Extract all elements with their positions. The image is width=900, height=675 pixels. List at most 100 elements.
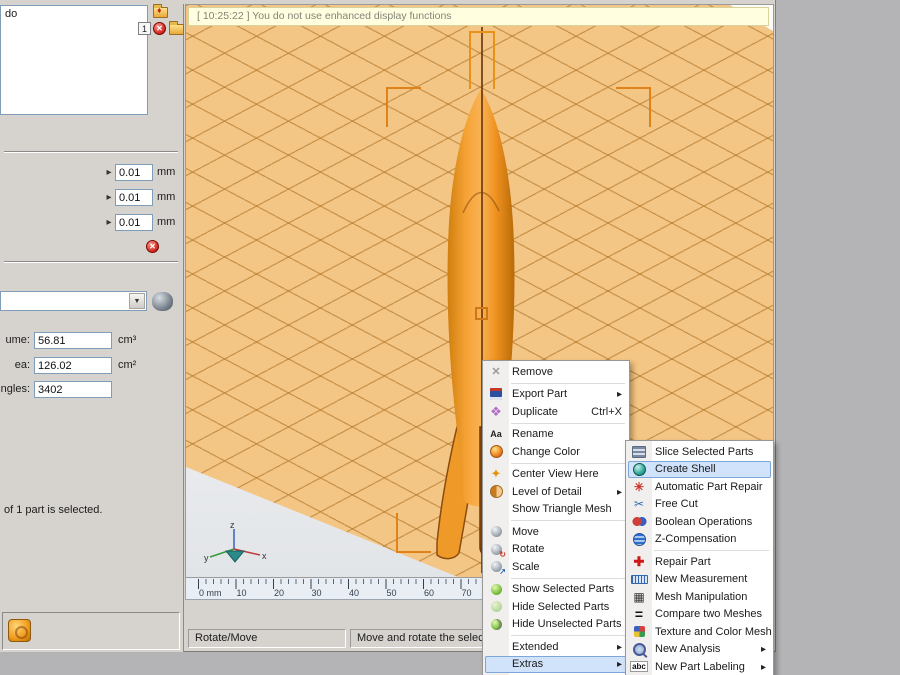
automatic-part-repair-icon: [630, 479, 648, 494]
context-menu-item-level-of-detail[interactable]: Level of Detail: [485, 483, 627, 501]
mesh-manipulation-icon: [630, 589, 648, 604]
settings-icon[interactable]: [8, 619, 31, 642]
x-axis-label: x: [262, 551, 267, 561]
boolean-operations-icon: [630, 514, 648, 529]
count-badge: 1: [138, 22, 151, 35]
offset-y-input[interactable]: [115, 189, 153, 206]
selection-bracket-top-right: [616, 87, 651, 127]
submenu-arrow-icon: [617, 388, 622, 400]
history-list[interactable]: do: [0, 5, 148, 115]
no-icon: [487, 502, 505, 517]
extras-submenu-item-z-compensation[interactable]: Z-Compensation: [628, 531, 771, 549]
bottom-toolbar: [2, 612, 180, 650]
extras-submenu-item-mesh-manipulation[interactable]: Mesh Manipulation: [628, 588, 771, 606]
axes-indicator: z y x: [204, 521, 267, 563]
context-menu-item-move[interactable]: Move: [485, 523, 627, 541]
menu-separator: [511, 577, 625, 579]
context-menu-item-extras[interactable]: Extras: [485, 655, 627, 673]
menu-item-label: Show Triangle Mesh: [512, 503, 612, 516]
delete-item-button[interactable]: [153, 22, 166, 35]
selection-bracket-top-left: [386, 87, 421, 127]
menu-separator: [511, 635, 625, 636]
context-menu-item-duplicate[interactable]: Duplicate Ctrl+X: [485, 403, 627, 421]
move-handle[interactable]: [469, 31, 495, 33]
context-menu-item-rename[interactable]: Rename: [485, 426, 627, 444]
part-select-dropdown[interactable]: [0, 291, 147, 311]
context-menu-item-show-selected-parts[interactable]: Show Selected Parts: [485, 581, 627, 599]
expand-arrow-icon[interactable]: [103, 216, 115, 228]
move-handle[interactable]: [469, 31, 471, 89]
menu-separator: [511, 422, 625, 424]
context-menu-item-rotate[interactable]: Rotate: [485, 541, 627, 559]
volume-row: ume: cm³: [0, 331, 184, 351]
menu-separator: [511, 462, 625, 464]
menu-item-label: Extras: [512, 658, 544, 671]
new-part-labeling-icon: [630, 659, 648, 674]
extras-submenu-item-slice-selected-parts[interactable]: Slice Selected Parts: [628, 443, 771, 461]
scale-icon: [487, 559, 506, 576]
new-analysis-icon: [630, 642, 648, 657]
move-handle[interactable]: [493, 31, 495, 89]
open-folder-icon[interactable]: [153, 4, 168, 18]
menu-item-label: Duplicate: [512, 405, 558, 418]
unit-label: mm: [157, 216, 176, 228]
context-menu-item-hide-unselected-parts[interactable]: Hide Unselected Parts: [485, 616, 627, 634]
extras-submenu-item-create-shell[interactable]: Create Shell: [628, 460, 771, 478]
context-menu-item-export-part[interactable]: Export Part: [485, 386, 627, 404]
extras-submenu-item-new-part-labeling[interactable]: New Part Labeling: [628, 658, 771, 675]
context-menu-item-scale[interactable]: Scale: [485, 558, 627, 577]
submenu-arrow-icon: [761, 643, 766, 655]
triangles-label: ngles:: [0, 383, 30, 395]
volume-label: ume:: [5, 334, 30, 346]
part-preview-icon: [152, 292, 173, 311]
context-menu-item-hide-selected-parts[interactable]: Hide Selected Parts: [485, 598, 627, 616]
extras-submenu-item-compare-two-meshes[interactable]: Compare two Meshes: [628, 606, 771, 624]
ruler-label: 50: [386, 588, 397, 598]
menu-separator: [654, 550, 769, 551]
area-field[interactable]: [34, 357, 112, 374]
menu-item-label: Rotate: [512, 543, 545, 556]
hide-unselected-parts-icon: [487, 617, 505, 632]
extras-submenu-item-texture-and-color-mesh[interactable]: Texture and Color Mesh: [628, 623, 772, 641]
extras-submenu-item-new-measurement[interactable]: New Measurement: [628, 571, 771, 589]
menu-item-label: Change Color: [512, 445, 580, 458]
menu-item-label: Move: [512, 525, 539, 538]
menu-item-shortcut: Ctrl+X: [591, 405, 622, 418]
extras-submenu-item-new-analysis[interactable]: New Analysis: [628, 641, 771, 659]
area-label: ea:: [14, 359, 30, 371]
center-view-icon: [487, 467, 505, 482]
chevron-down-icon[interactable]: [129, 293, 145, 309]
extras-submenu-item-free-cut[interactable]: Free Cut: [628, 496, 771, 514]
context-menu-item-remove[interactable]: Remove: [485, 363, 627, 381]
offset-z-input[interactable]: [115, 214, 153, 231]
menu-item-label: Export Part: [512, 388, 568, 401]
texture-color-mesh-icon: [630, 624, 648, 639]
selection-center-handle[interactable]: [475, 307, 488, 320]
menu-item-label: Hide Selected Parts: [512, 600, 610, 613]
menu-item-label: Extended: [512, 640, 559, 653]
context-menu-item-show-triangle-mesh[interactable]: Show Triangle Mesh: [485, 501, 627, 519]
menu-item-label: New Part Labeling: [655, 660, 745, 673]
expand-arrow-icon[interactable]: [103, 166, 115, 178]
folder-icon[interactable]: [169, 21, 184, 35]
create-shell-icon: [630, 462, 648, 477]
extras-submenu-item-automatic-part-repair[interactable]: Automatic Part Repair: [628, 478, 771, 496]
context-menu-item-center-view-here[interactable]: Center View Here: [485, 466, 627, 484]
reset-button[interactable]: [146, 240, 159, 253]
context-menu-item-change-color[interactable]: Change Color: [485, 443, 627, 461]
origin-marker-icon: [224, 550, 246, 563]
application-window: do 1 mm mm mm: [0, 0, 900, 675]
menu-item-label: Remove: [512, 365, 553, 378]
left-panel: do 1 mm mm mm: [0, 4, 184, 652]
expand-arrow-icon[interactable]: [103, 191, 115, 203]
compare-two-meshes-icon: [630, 607, 648, 622]
volume-field[interactable]: [34, 332, 112, 349]
offset-x-input[interactable]: [115, 164, 153, 181]
menu-item-label: Level of Detail: [512, 485, 582, 498]
triangles-field[interactable]: [34, 381, 112, 398]
extras-submenu-item-repair-part[interactable]: Repair Part: [628, 553, 771, 571]
extras-submenu-item-boolean-operations[interactable]: Boolean Operations: [628, 513, 771, 531]
menu-item-label: New Analysis: [655, 643, 721, 656]
divider: [4, 261, 178, 263]
context-menu-item-extended[interactable]: Extended: [485, 638, 627, 656]
